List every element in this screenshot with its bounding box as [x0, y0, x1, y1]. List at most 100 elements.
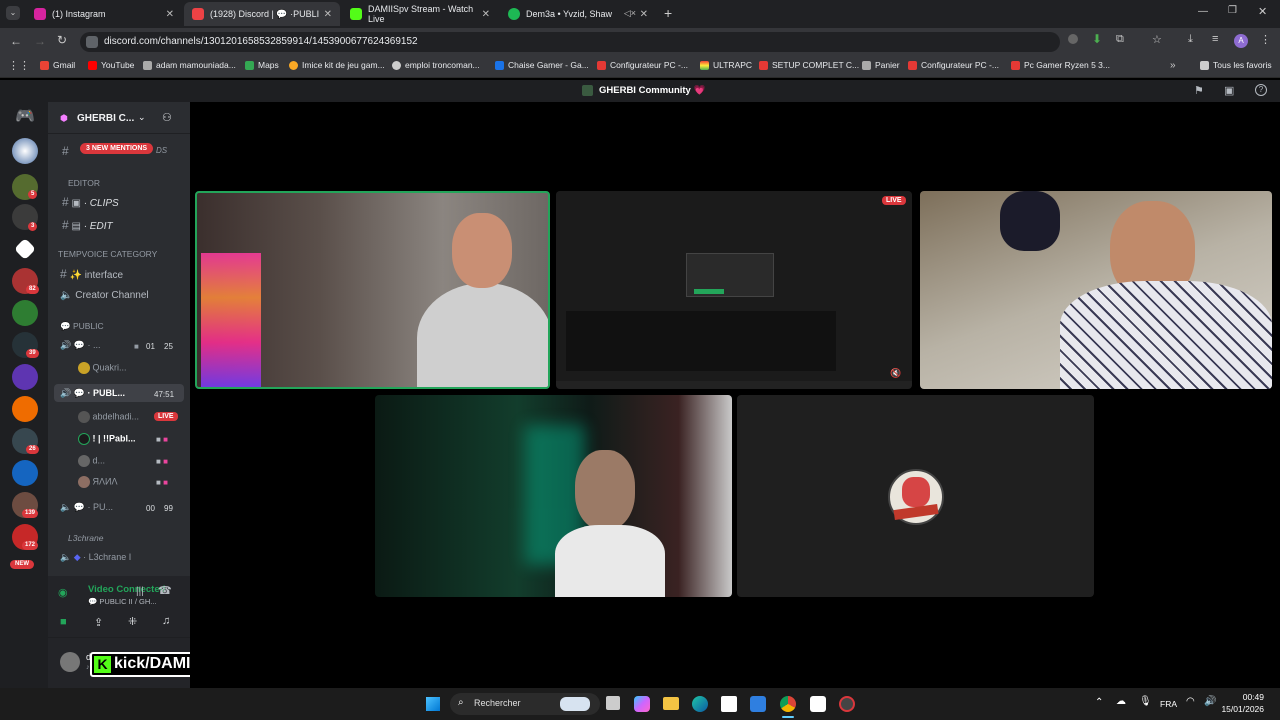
- activities-button[interactable]: ⁜: [128, 615, 137, 628]
- bookmark-imice[interactable]: Imice kit de jeu gam...: [289, 60, 385, 70]
- apps-icon[interactable]: ⋮⋮: [8, 59, 30, 72]
- task-view-icon[interactable]: [606, 696, 620, 710]
- category-public[interactable]: 💬 PUBLIC: [60, 321, 104, 332]
- channel-creator[interactable]: 🔈 Creator Channel: [60, 290, 149, 301]
- site-info-icon[interactable]: [86, 36, 98, 48]
- close-window-button[interactable]: ✕: [1258, 5, 1267, 18]
- chrome-icon[interactable]: [780, 696, 796, 712]
- server-icon[interactable]: [12, 300, 38, 326]
- bookmark-pc-gamer[interactable]: Pc Gamer Ryzen 5 3...: [1011, 60, 1110, 70]
- tray-chevron-icon[interactable]: ⌃: [1095, 697, 1103, 708]
- clock-date[interactable]: 15/01/2026: [1214, 704, 1264, 714]
- voice-channel-l3chrane[interactable]: 🔈 ◆ · L3chrane I: [60, 552, 131, 563]
- channel-hidden[interactable]: #: [62, 144, 69, 158]
- bookmark-youtube[interactable]: YouTube: [88, 60, 134, 70]
- noise-suppression-icon[interactable]: |||: [136, 586, 144, 597]
- start-icon[interactable]: [426, 697, 440, 711]
- mentions-pill[interactable]: 3 NEW MENTIONS: [80, 143, 154, 154]
- voice-channel-pu[interactable]: 🔈 💬 · PU...: [60, 502, 113, 513]
- channel-edit[interactable]: # ▤ · EDIT: [62, 218, 113, 232]
- category-l3chrane[interactable]: L3chrane: [68, 533, 103, 543]
- more-bookmarks-icon[interactable]: »: [1170, 60, 1176, 71]
- avatar[interactable]: [60, 652, 80, 672]
- bookmark-setup[interactable]: SETUP COMPLET C...: [759, 60, 859, 70]
- category-tempvoice[interactable]: TEMPVOICE CATEGORY: [58, 249, 157, 259]
- bookmark-maps[interactable]: Maps: [245, 60, 279, 70]
- bookmark-panier[interactable]: Panier: [862, 60, 900, 70]
- edge-icon[interactable]: [692, 696, 708, 712]
- help-icon[interactable]: ?: [1255, 84, 1267, 96]
- media-icon[interactable]: ≡: [1212, 33, 1218, 45]
- video-tile-user-1[interactable]: [195, 191, 550, 389]
- screen-share-button[interactable]: ⇪: [94, 616, 103, 629]
- favorites-icon[interactable]: ☆: [1152, 33, 1162, 46]
- menu-icon[interactable]: ⋮: [1260, 33, 1271, 46]
- tab-discord[interactable]: (1928) Discord | 💬 ·PUBLI ✕: [184, 2, 340, 26]
- mail-icon[interactable]: [750, 696, 766, 712]
- server-icon[interactable]: [12, 460, 38, 486]
- bookmark-gmail[interactable]: Gmail: [40, 60, 75, 70]
- maximize-button[interactable]: ❐: [1228, 5, 1237, 16]
- new-tab-button[interactable]: +: [664, 5, 672, 21]
- muted-icon[interactable]: 🔇: [890, 368, 901, 379]
- close-icon[interactable]: ✕: [640, 9, 648, 20]
- voice-user[interactable]: abdelhadi...: [78, 411, 139, 423]
- mic-tray-icon[interactable]: 🎙: [1139, 696, 1152, 707]
- bookmark-emploi[interactable]: emploi troncoman...: [392, 60, 480, 70]
- reload-icon[interactable]: ↻: [57, 33, 67, 47]
- server-icon[interactable]: [12, 364, 38, 390]
- url-input[interactable]: discord.com/channels/1301201658532859914…: [80, 32, 1060, 52]
- bookmark-configurateur-2[interactable]: Configurateur PC -...: [908, 60, 999, 70]
- store-icon[interactable]: [721, 696, 737, 712]
- bookmark-chaise[interactable]: Chaise Gamer - Ga...: [495, 60, 589, 70]
- voice-user[interactable]: Quakri...: [78, 362, 127, 374]
- all-bookmarks-folder[interactable]: Tous les favoris: [1200, 60, 1272, 70]
- tab-spotify[interactable]: Dem3a • Yvzid, Shaw ◁× ✕: [500, 2, 656, 26]
- server-header[interactable]: ⬢ GHERBI C... ⌄ ⚇: [48, 102, 190, 134]
- downloads-icon[interactable]: ⤓: [1188, 33, 1193, 46]
- avatar-tile-abdelhadi[interactable]: [737, 395, 1094, 597]
- tab-instagram[interactable]: (1) Instagram ✕: [26, 2, 182, 26]
- camera-button[interactable]: ■: [60, 616, 67, 628]
- bookmark-ultrapc[interactable]: ULTRAPC: [700, 60, 752, 70]
- voice-status[interactable]: Video Connected: [88, 584, 165, 595]
- close-icon[interactable]: ✕: [482, 9, 490, 20]
- mute-icon[interactable]: ◁×: [624, 8, 636, 19]
- video-tile-user-3[interactable]: [375, 395, 732, 597]
- server-icon[interactable]: [12, 396, 38, 422]
- voice-channel-path[interactable]: 💬 PUBLIC II / GH...: [88, 597, 157, 606]
- profile-avatar[interactable]: A: [1234, 34, 1248, 48]
- voice-user[interactable]: ! | !!Pabl...: [78, 433, 136, 445]
- flag-icon[interactable]: ⚑: [1194, 84, 1204, 97]
- wifi-icon[interactable]: ◠: [1186, 696, 1195, 707]
- bookmark-adam[interactable]: adam mamouniada...: [143, 60, 236, 70]
- add-member-icon[interactable]: ⚇: [162, 111, 172, 124]
- close-icon[interactable]: ✕: [166, 9, 174, 20]
- voice-channel[interactable]: 🔊 💬 · ...: [60, 340, 100, 351]
- voice-user[interactable]: ЯΛИΛ: [78, 476, 118, 488]
- clock-time[interactable]: 00:49: [1222, 692, 1264, 702]
- channel-interface[interactable]: # ✨ interface: [60, 267, 123, 281]
- capcut-icon[interactable]: [810, 696, 826, 712]
- server-icon[interactable]: [12, 138, 38, 164]
- discord-taskbar-icon[interactable]: [839, 696, 855, 712]
- extension-icon[interactable]: [1068, 34, 1078, 44]
- disconnect-icon[interactable]: ☎: [158, 584, 172, 597]
- server-icon[interactable]: [13, 237, 37, 261]
- voice-channel-publ[interactable]: 🔊 💬 · PUBL...: [60, 388, 125, 399]
- discord-home-icon[interactable]: 🎮: [12, 104, 38, 130]
- file-explorer-icon[interactable]: [663, 697, 679, 710]
- inbox-icon[interactable]: ▣: [1224, 84, 1234, 97]
- soundboard-button[interactable]: ♫: [162, 615, 170, 627]
- puzzle-icon[interactable]: ⧉: [1116, 33, 1124, 46]
- forward-icon[interactable]: →: [34, 34, 46, 48]
- download-arrow-icon[interactable]: ⬇: [1092, 32, 1102, 46]
- bookmark-configurateur-1[interactable]: Configurateur PC -...: [597, 60, 688, 70]
- voice-user[interactable]: d...: [78, 455, 105, 467]
- back-icon[interactable]: ←: [10, 34, 22, 48]
- language-indicator[interactable]: FRA: [1160, 699, 1177, 709]
- tab-kick[interactable]: DAMIISpv Stream - Watch Live ✕: [342, 2, 498, 26]
- search-box[interactable]: ⌕ Rechercher: [450, 693, 600, 715]
- channel-clips[interactable]: # ▣ · CLIPS: [62, 195, 119, 209]
- minimize-button[interactable]: —: [1198, 6, 1208, 17]
